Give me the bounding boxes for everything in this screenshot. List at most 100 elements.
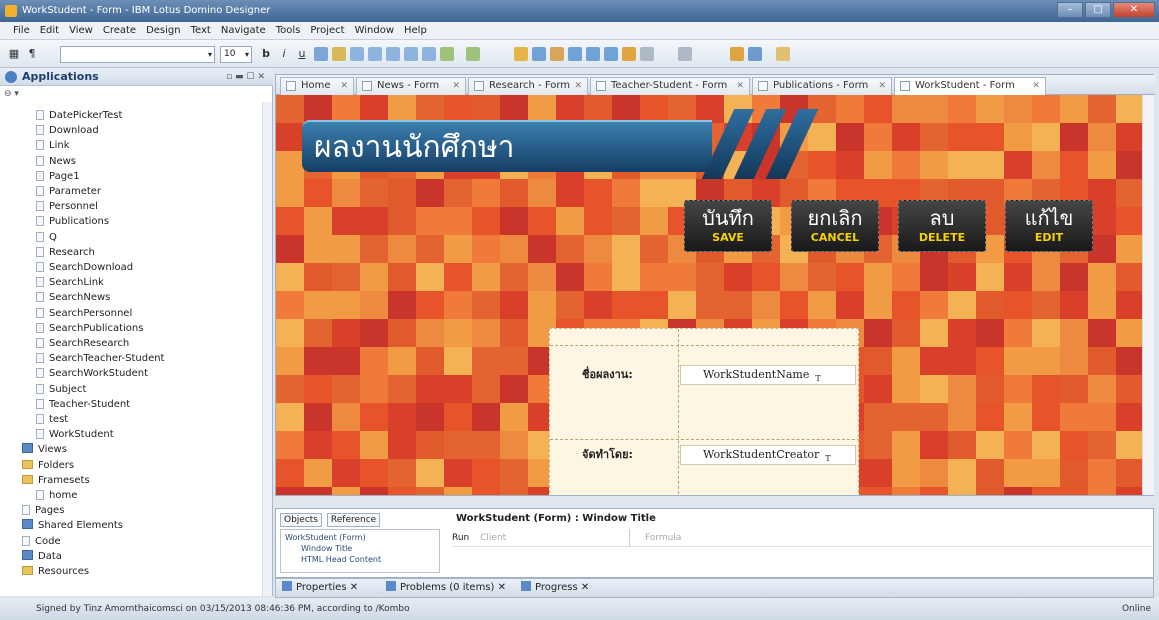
minimize-button[interactable]: – — [1057, 2, 1083, 18]
edit-icon[interactable] — [550, 47, 564, 61]
tab-teacher-student-form[interactable]: Teacher-Student - Form ✕ — [590, 77, 750, 95]
tab-problems[interactable]: Problems (0 items) ✕ — [386, 579, 506, 597]
tree-item[interactable]: SearchWorkStudent — [36, 366, 148, 381]
edit-button[interactable]: แก้ไข EDIT — [1005, 200, 1093, 252]
tab-close-icon[interactable]: ✕ — [1032, 78, 1040, 94]
tree-item[interactable]: Subject — [36, 382, 86, 397]
tab-close-icon[interactable]: ✕ — [574, 78, 582, 94]
open-icon[interactable]: ▦ — [6, 46, 22, 62]
tree-item[interactable]: Page1 — [36, 169, 80, 184]
tab-close-icon[interactable]: ✕ — [452, 78, 460, 94]
applications-scrollbar[interactable] — [262, 102, 272, 596]
tree-item[interactable]: SearchResearch — [36, 336, 129, 351]
menu-view[interactable]: View — [64, 22, 98, 39]
tab-properties[interactable]: Properties ✕ — [282, 579, 358, 597]
menu-project[interactable]: Project — [305, 22, 349, 39]
hotspot-icon[interactable] — [622, 47, 636, 61]
tab-publications-form[interactable]: Publications - Form ✕ — [752, 77, 892, 95]
tree-item[interactable]: DatePickerTest — [36, 108, 122, 123]
menu-file[interactable]: File — [8, 22, 35, 39]
tree-item[interactable]: Shared Elements — [22, 518, 123, 533]
tree-item[interactable]: Resources — [22, 564, 89, 579]
save-button[interactable]: บันทึก SAVE — [684, 200, 772, 252]
tree-item[interactable]: SearchTeacher-Student — [36, 351, 164, 366]
style-icon[interactable]: ¶ — [24, 46, 40, 62]
list-item[interactable]: Window Title — [285, 543, 435, 554]
italic-icon[interactable]: i — [276, 46, 292, 62]
formula-select[interactable]: Formula — [645, 533, 681, 543]
tree-item[interactable]: Personnel — [36, 199, 98, 214]
collapse-icon[interactable]: ⊖ ▾ — [4, 89, 19, 99]
tree-item[interactable]: Views — [22, 442, 67, 457]
align-center-icon[interactable] — [368, 47, 382, 61]
table-icon[interactable] — [586, 47, 600, 61]
tree-item[interactable]: WorkStudent — [36, 427, 114, 442]
menu-window[interactable]: Window — [350, 22, 399, 39]
tree-item[interactable]: Download — [36, 123, 99, 138]
color-icon[interactable] — [314, 47, 328, 61]
menu-navigate[interactable]: Navigate — [216, 22, 271, 39]
run-select[interactable]: Client — [480, 529, 631, 547]
align-right-icon[interactable] — [386, 47, 400, 61]
web-preview-icon[interactable] — [748, 47, 762, 61]
outdent-icon[interactable] — [466, 47, 480, 61]
workstudent-name-field[interactable]: WorkStudentName T — [680, 365, 856, 385]
tab-reference[interactable]: Reference — [326, 513, 381, 527]
workstudent-creator-field[interactable]: WorkStudentCreator T — [680, 445, 856, 465]
font-size-select[interactable]: 10 ▾ — [220, 46, 252, 63]
refresh-icon[interactable] — [514, 47, 528, 61]
bullets-icon[interactable] — [404, 47, 418, 61]
menu-create[interactable]: Create — [98, 22, 141, 39]
menu-design[interactable]: Design — [141, 22, 186, 39]
tab-progress[interactable]: Progress ✕ — [521, 579, 589, 597]
maximize-button[interactable]: □ — [1085, 2, 1111, 18]
section-icon[interactable] — [640, 47, 654, 61]
tree-item[interactable]: Link — [36, 138, 69, 153]
tree-item[interactable]: Research — [36, 245, 95, 260]
tree-item[interactable]: SearchPersonnel — [36, 306, 132, 321]
tree-item[interactable]: News — [36, 154, 76, 169]
cancel-button[interactable]: ยกเลิก CANCEL — [791, 200, 879, 252]
sync-icon[interactable] — [532, 47, 546, 61]
tab-news-form[interactable]: News - Form ✕ — [356, 77, 466, 95]
tree-item[interactable]: SearchDownload — [36, 260, 133, 275]
list-item[interactable]: HTML Head Content — [285, 554, 435, 565]
tab-close-icon[interactable]: ✕ — [736, 78, 744, 94]
tree-item[interactable]: SearchNews — [36, 290, 110, 305]
tab-close-icon[interactable]: ✕ — [878, 78, 886, 94]
image-icon[interactable] — [604, 47, 618, 61]
tree-item[interactable]: test — [36, 412, 68, 427]
tree-item[interactable]: SearchLink — [36, 275, 104, 290]
underline-icon[interactable]: u — [294, 46, 310, 62]
tree-item[interactable]: Teacher-Student — [36, 397, 130, 412]
divider-icon[interactable] — [678, 47, 692, 61]
tree-item[interactable]: Data — [22, 549, 62, 564]
tab-objects[interactable]: Objects — [280, 513, 323, 527]
menu-tools[interactable]: Tools — [271, 22, 306, 39]
tree-item[interactable]: Publications — [36, 214, 109, 229]
tree-item[interactable]: Q — [36, 230, 57, 245]
tree-item[interactable]: SearchPublications — [36, 321, 143, 336]
menu-help[interactable]: Help — [399, 22, 432, 39]
link-icon[interactable] — [568, 47, 582, 61]
editor-scrollbar[interactable] — [1142, 95, 1154, 495]
tree-item[interactable]: Pages — [22, 503, 64, 518]
online-status[interactable]: Online — [1122, 598, 1151, 620]
bold-icon[interactable]: b — [258, 46, 274, 62]
align-left-icon[interactable] — [350, 47, 364, 61]
delete-button[interactable]: ลบ DELETE — [898, 200, 986, 252]
preview-icon[interactable] — [730, 47, 744, 61]
menu-text[interactable]: Text — [186, 22, 216, 39]
tree-item[interactable]: Framesets — [22, 473, 90, 488]
font-select[interactable]: ▾ — [60, 46, 215, 63]
list-item[interactable]: WorkStudent (Form) — [285, 532, 435, 543]
back-icon[interactable] — [776, 47, 790, 61]
close-button[interactable]: ✕ — [1113, 2, 1155, 18]
numbering-icon[interactable] — [422, 47, 436, 61]
tree-item[interactable]: Code — [22, 534, 61, 549]
highlight-icon[interactable] — [332, 47, 346, 61]
object-list[interactable]: WorkStudent (Form) Window Title HTML Hea… — [280, 529, 440, 573]
tree-item[interactable]: Parameter — [36, 184, 101, 199]
tree-item[interactable]: home — [36, 488, 77, 503]
tab-research-form[interactable]: Research - Form ✕ — [468, 77, 588, 95]
